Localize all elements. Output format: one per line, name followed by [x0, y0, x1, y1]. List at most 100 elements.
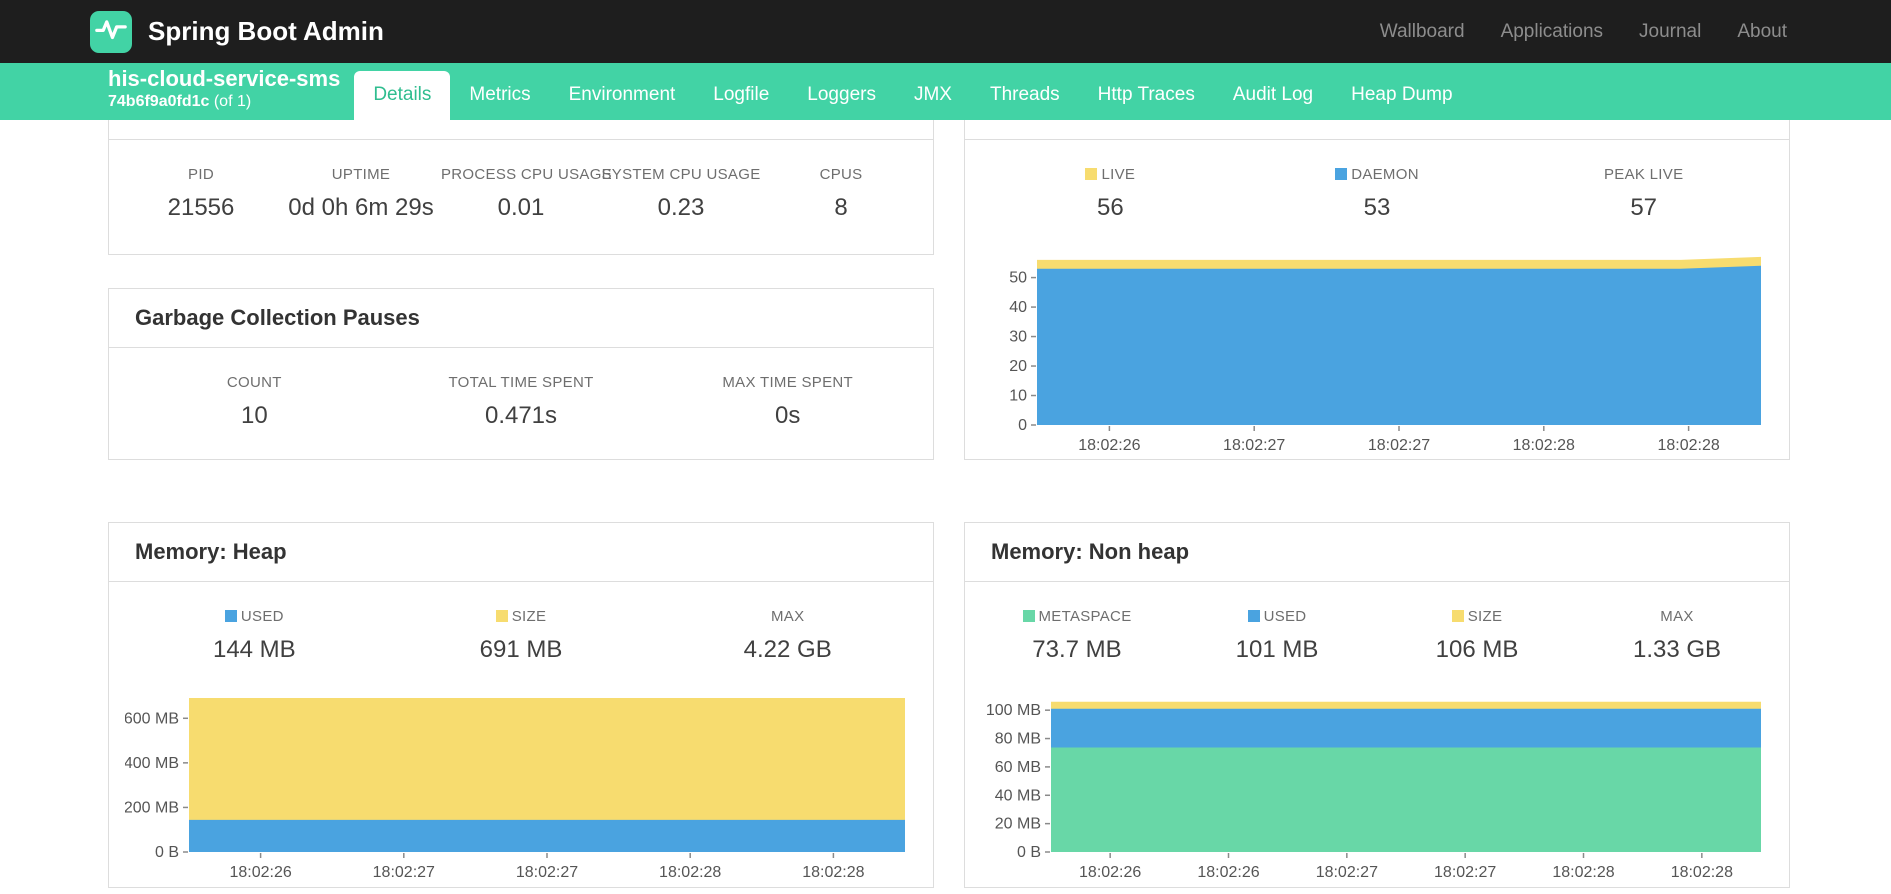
svg-text:18:02:28: 18:02:28: [1552, 864, 1614, 881]
details-content: PID 21556 UPTIME 0d 0h 6m 29s PROCESS CP…: [0, 120, 1891, 888]
process-card: PID 21556 UPTIME 0d 0h 6m 29s PROCESS CP…: [108, 120, 934, 255]
stat-label: SYSTEM CPU USAGE: [601, 166, 761, 183]
tab-environment[interactable]: Environment: [550, 71, 695, 120]
legend-nonheap-used: USED 101 MB: [1177, 608, 1377, 664]
heap-chart-wrap: 0 B 200 MB 400 MB 600 MB 18:02:26 18:02:27 18:…: [109, 688, 933, 894]
right-column: LIVE 56 DAEMON 53 PEAK LIVE 57 0 10 20 30 40…: [964, 120, 1790, 888]
svg-text:18:02:26: 18:02:26: [1078, 437, 1140, 454]
pulse-icon: [94, 12, 128, 51]
nav-link-applications[interactable]: Applications: [1501, 21, 1603, 43]
nonheap-memory-chart: 0 B 20 MB 40 MB 60 MB 80 MB 100 MB 18:02:26 18:…: [986, 701, 1761, 881]
legend-value: 101 MB: [1235, 636, 1319, 663]
application-name: his-cloud-service-sms: [108, 66, 341, 91]
app-logo[interactable]: [90, 10, 132, 53]
legend-heap-used: USED 144 MB: [121, 608, 388, 664]
gc-pauses-card: Garbage Collection Pauses COUNT 10 TOTAL…: [108, 288, 934, 460]
svg-text:18:02:28: 18:02:28: [1513, 437, 1575, 454]
nonheap-chart-wrap: 0 B 20 MB 40 MB 60 MB 80 MB 100 MB 18:02:26 18:…: [965, 688, 1789, 894]
legend-value: 691 MB: [479, 636, 563, 663]
svg-text:0: 0: [1018, 417, 1027, 434]
legend-nonheap-size: SIZE 106 MB: [1377, 608, 1577, 664]
stat-value: 0s: [775, 402, 801, 429]
stat-system-cpu-usage: SYSTEM CPU USAGE 0.23: [601, 166, 761, 222]
legend-label: SIZE: [1377, 608, 1577, 625]
svg-text:40 MB: 40 MB: [995, 787, 1041, 804]
legend-swatch: [1451, 610, 1464, 622]
legend-swatch: [1335, 168, 1348, 180]
heap-card-title: Memory: Heap: [135, 539, 287, 564]
tab-loggers[interactable]: Loggers: [788, 71, 895, 120]
stat-label: MAX TIME SPENT: [722, 374, 853, 391]
svg-text:400 MB: 400 MB: [125, 755, 179, 772]
svg-text:50: 50: [1009, 270, 1027, 287]
nav-link-journal[interactable]: Journal: [1639, 21, 1701, 43]
nav-link-wallboard[interactable]: Wallboard: [1380, 21, 1465, 43]
svg-text:18:02:26: 18:02:26: [1079, 864, 1141, 881]
svg-text:60 MB: 60 MB: [995, 759, 1041, 776]
legend-threads-peak-live: PEAK LIVE 57: [1510, 166, 1777, 222]
svg-text:80 MB: 80 MB: [995, 731, 1041, 748]
stat-value: 0.471s: [484, 402, 558, 429]
legend-value: 73.7 MB: [1032, 636, 1122, 663]
stat-value: 0d 0h 6m 29s: [288, 194, 434, 221]
legend-swatch: [1085, 168, 1098, 180]
tab-audit-log[interactable]: Audit Log: [1214, 71, 1332, 120]
legend-label: LIVE: [977, 166, 1244, 183]
threads-chart-wrap: 0 10 20 30 40 50 18:02:26 18:02:27 18:02:27 18:02…: [965, 246, 1789, 476]
gc-card-title: Garbage Collection Pauses: [135, 305, 420, 330]
svg-text:30: 30: [1009, 329, 1027, 346]
threads-card: LIVE 56 DAEMON 53 PEAK LIVE 57 0 10 20 30 40…: [964, 120, 1790, 460]
legend-value: 144 MB: [212, 636, 296, 663]
legend-label: SIZE: [388, 608, 655, 625]
gc-card-header: Garbage Collection Pauses: [109, 289, 933, 348]
legend-value: 1.33 GB: [1632, 636, 1722, 663]
top-navbar: Spring Boot Admin Wallboard Applications…: [0, 0, 1891, 63]
threads-legend-row: LIVE 56 DAEMON 53 PEAK LIVE 57: [965, 140, 1789, 246]
stat-value: 0.23: [657, 194, 705, 221]
tab-metrics[interactable]: Metrics: [450, 71, 549, 120]
tab-heap-dump[interactable]: Heap Dump: [1332, 71, 1471, 120]
svg-text:600 MB: 600 MB: [125, 710, 179, 727]
legend-label: USED: [1177, 608, 1377, 625]
instance-id-line: 74b6f9a0fd1c (of 1): [108, 92, 340, 111]
heap-legend-row: USED 144 MB SIZE 691 MB MAX 4.22 GB: [109, 582, 933, 688]
svg-text:0 B: 0 B: [1017, 844, 1041, 861]
tab-http-traces[interactable]: Http Traces: [1079, 71, 1214, 120]
tab-details[interactable]: Details: [354, 71, 451, 120]
svg-text:18:02:26: 18:02:26: [229, 864, 291, 881]
svg-text:20 MB: 20 MB: [995, 816, 1041, 833]
stat-label: COUNT: [226, 374, 282, 391]
tab-logfile[interactable]: Logfile: [694, 71, 788, 120]
svg-text:10: 10: [1009, 388, 1027, 405]
svg-text:18:02:28: 18:02:28: [1657, 437, 1719, 454]
legend-label: DAEMON: [1244, 166, 1511, 183]
stat-gc-max-time: MAX TIME SPENT 0s: [654, 374, 921, 430]
svg-text:18:02:28: 18:02:28: [659, 864, 721, 881]
threads-chart: 0 10 20 30 40 50 18:02:26 18:02:27 18:02:27 18:02…: [1009, 256, 1761, 454]
heap-card-header: Memory: Heap: [109, 523, 933, 582]
threads-card-header-remnant: [965, 120, 1789, 140]
legend-label: MAX: [770, 608, 805, 625]
svg-text:0 B: 0 B: [155, 844, 179, 861]
application-identity: his-cloud-service-sms 74b6f9a0fd1c (of 1…: [108, 63, 340, 120]
stat-value: 10: [240, 402, 268, 429]
memory-nonheap-card: Memory: Non heap METASPACE 73.7 MB USED …: [964, 522, 1790, 888]
stat-value: 0.01: [497, 194, 545, 221]
svg-text:18:02:28: 18:02:28: [802, 864, 864, 881]
svg-text:18:02:27: 18:02:27: [1316, 864, 1378, 881]
tab-jmx[interactable]: JMX: [895, 71, 971, 120]
legend-heap-max: MAX 4.22 GB: [654, 608, 921, 664]
svg-text:20: 20: [1009, 358, 1027, 375]
legend-value: 106 MB: [1435, 636, 1519, 663]
stat-gc-total-time: TOTAL TIME SPENT 0.471s: [388, 374, 655, 430]
svg-text:18:02:27: 18:02:27: [373, 864, 435, 881]
nav-link-about[interactable]: About: [1737, 21, 1787, 43]
tab-threads[interactable]: Threads: [971, 71, 1079, 120]
legend-threads-daemon: DAEMON 53: [1244, 166, 1511, 222]
stat-gc-count: COUNT 10: [121, 374, 388, 430]
stat-label: CPUS: [819, 166, 863, 183]
legend-swatch: [224, 610, 237, 622]
legend-nonheap-metaspace: METASPACE 73.7 MB: [977, 608, 1177, 664]
left-column: PID 21556 UPTIME 0d 0h 6m 29s PROCESS CP…: [108, 120, 934, 888]
stat-pid: PID 21556: [121, 166, 281, 222]
